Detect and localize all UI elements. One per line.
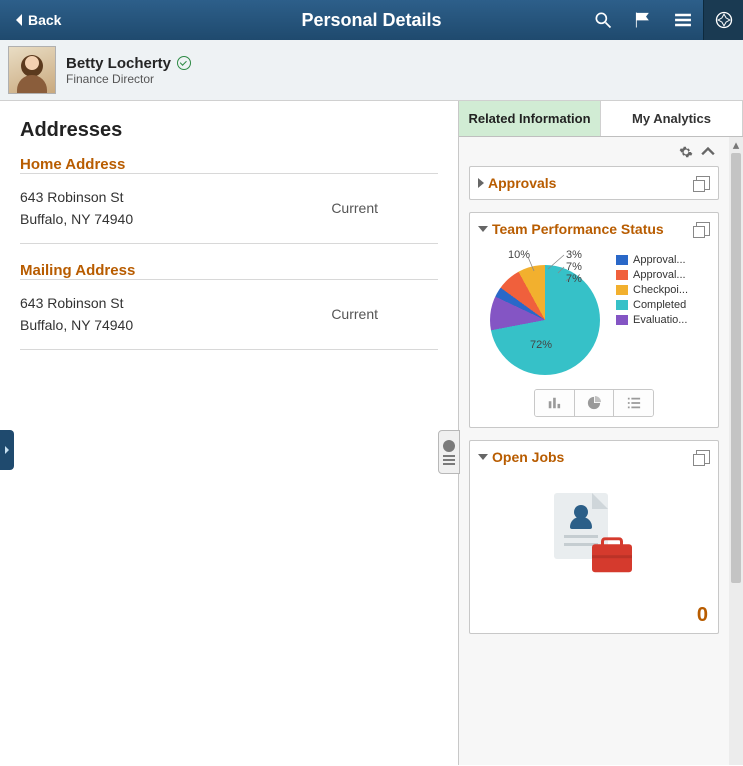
search-icon xyxy=(593,10,613,30)
back-button[interactable]: Back xyxy=(0,0,75,40)
caret-down-icon xyxy=(478,454,488,460)
flag-icon xyxy=(633,10,653,30)
related-info-panel: Related Information My Analytics Approva… xyxy=(458,101,743,765)
legend-item[interactable]: Evaluatio... xyxy=(616,314,708,326)
section-heading: Addresses xyxy=(20,119,438,142)
tab-related-information[interactable]: Related Information xyxy=(459,101,601,136)
side-tabs: Related Information My Analytics xyxy=(459,101,743,137)
tab-my-analytics[interactable]: My Analytics xyxy=(601,101,743,136)
team-performance-header[interactable]: Team Performance Status xyxy=(470,213,718,245)
list-icon xyxy=(627,396,641,410)
team-performance-panel: Team Performance Status 3% 7% 7% 72% 10% xyxy=(469,212,719,428)
approvals-panel: Approvals xyxy=(469,166,719,200)
header-actions xyxy=(583,0,743,40)
team-performance-pie-chart[interactable]: 3% 7% 7% 72% 10% xyxy=(480,251,610,381)
bar-chart-icon xyxy=(547,396,561,410)
popout-icon[interactable] xyxy=(696,450,710,464)
open-jobs-body[interactable]: 0 xyxy=(470,473,718,633)
open-jobs-title: Open Jobs xyxy=(492,449,692,465)
chevron-left-icon xyxy=(14,13,24,27)
chevron-right-icon xyxy=(4,445,10,455)
open-jobs-panel: Open Jobs 0 xyxy=(469,440,719,634)
legend-item[interactable]: Checkpoi... xyxy=(616,284,708,296)
chart-mode-toolbar xyxy=(534,389,654,417)
collapse-side-button[interactable] xyxy=(701,145,715,162)
chart-mode-bar-button[interactable] xyxy=(535,390,575,416)
open-jobs-count: 0 xyxy=(697,604,708,627)
pie-legend: Approval... Approval... Checkpoi... Comp… xyxy=(616,251,708,329)
person-banner: Betty Locherty Finance Director xyxy=(0,40,743,101)
person-name: Betty Locherty xyxy=(66,55,171,72)
app-header: Back Personal Details xyxy=(0,0,743,40)
chevron-up-icon xyxy=(701,145,715,159)
back-label: Back xyxy=(28,12,61,28)
related-content-toggle[interactable] xyxy=(438,430,460,474)
caret-right-icon xyxy=(478,178,484,188)
popout-icon[interactable] xyxy=(696,222,710,236)
navigator-button[interactable] xyxy=(703,0,743,40)
chart-mode-pie-button[interactable] xyxy=(575,390,615,416)
scroll-up-button[interactable]: ▴ xyxy=(729,137,743,153)
avatar[interactable] xyxy=(8,46,56,94)
gear-icon xyxy=(679,145,693,159)
presence-available-icon[interactable] xyxy=(177,56,191,70)
approvals-title: Approvals xyxy=(488,175,692,191)
notifications-button[interactable] xyxy=(623,0,663,40)
home-address-line2: Buffalo, NY 74940 xyxy=(20,208,331,230)
search-button[interactable] xyxy=(583,0,623,40)
approvals-header[interactable]: Approvals xyxy=(470,167,718,199)
main-content: Addresses Home Address 643 Robinson St B… xyxy=(0,101,458,765)
circle-icon xyxy=(443,440,455,452)
hamburger-icon xyxy=(673,10,693,30)
pie-leader-lines xyxy=(480,251,610,381)
mailing-address-line2: Buffalo, NY 74940 xyxy=(20,314,331,336)
popout-icon[interactable] xyxy=(696,176,710,190)
team-performance-title: Team Performance Status xyxy=(492,221,692,237)
settings-button[interactable] xyxy=(679,147,693,162)
chart-mode-list-button[interactable] xyxy=(614,390,653,416)
mailing-address-line1: 643 Robinson St xyxy=(20,292,331,314)
legend-item[interactable]: Approval... xyxy=(616,254,708,266)
side-scrollbar[interactable]: ▴ xyxy=(729,137,743,765)
open-jobs-header[interactable]: Open Jobs xyxy=(470,441,718,473)
home-address-heading[interactable]: Home Address xyxy=(20,156,438,173)
compass-icon xyxy=(714,10,734,30)
mailing-address-heading[interactable]: Mailing Address xyxy=(20,262,438,279)
home-address-status: Current xyxy=(331,200,438,216)
pie-chart-icon xyxy=(587,396,601,410)
home-address-line1: 643 Robinson St xyxy=(20,186,331,208)
home-address-row[interactable]: 643 Robinson St Buffalo, NY 74940 Curren… xyxy=(20,173,438,244)
legend-item[interactable]: Approval... xyxy=(616,269,708,281)
briefcase-icon xyxy=(592,544,632,572)
expand-left-panel-button[interactable] xyxy=(0,430,14,470)
mailing-address-row[interactable]: 643 Robinson St Buffalo, NY 74940 Curren… xyxy=(20,279,438,350)
menu-button[interactable] xyxy=(663,0,703,40)
caret-down-icon xyxy=(478,226,488,232)
lines-icon xyxy=(443,459,455,461)
legend-item[interactable]: Completed xyxy=(616,299,708,311)
mailing-address-status: Current xyxy=(331,306,438,322)
person-job-title: Finance Director xyxy=(66,72,191,86)
scroll-thumb[interactable] xyxy=(731,153,741,583)
